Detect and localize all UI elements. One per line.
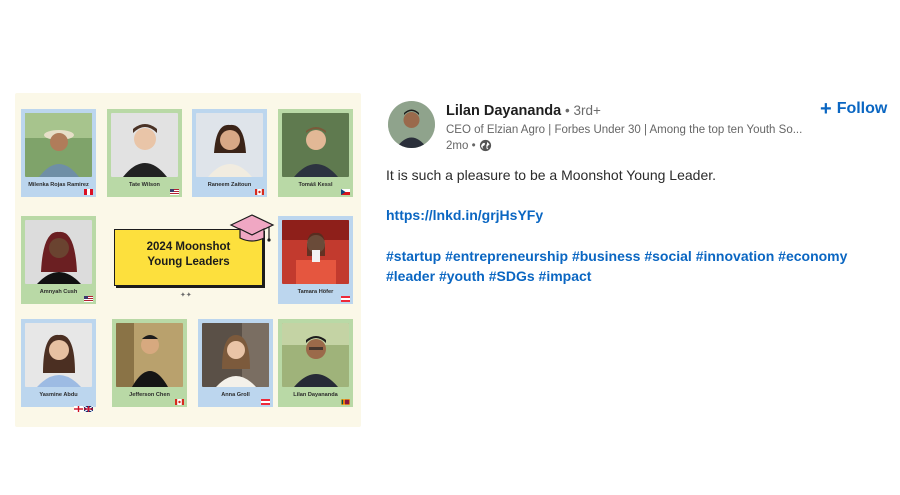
post-image[interactable]: Milenka Rojas Ramirez Tate Wilson Raneem… — [15, 93, 361, 427]
leader-card: Raneem Zaitoun — [192, 109, 267, 197]
flag-austria-icon — [261, 399, 270, 405]
flag-czech-icon — [341, 189, 350, 195]
leader-photo — [202, 323, 269, 387]
flag-sri-lanka-icon — [341, 399, 350, 405]
flag-peru-icon — [84, 189, 93, 195]
hashtag-social[interactable]: #social — [644, 248, 691, 264]
leader-card: Lilan Dayananda — [278, 319, 353, 407]
author-avatar[interactable] — [388, 101, 435, 148]
leader-card: Tate Wilson — [107, 109, 182, 197]
post-meta: 2mo • — [446, 139, 492, 152]
leader-card: Amnyah Cush — [21, 216, 96, 304]
hashtag-list: #startup #entrepreneurship #business #so… — [386, 246, 886, 286]
leader-card: Milenka Rojas Ramirez — [21, 109, 96, 197]
leader-name: Jefferson Chen — [129, 392, 170, 398]
flag-usa-icon — [170, 189, 179, 195]
author-name[interactable]: Lilan Dayananda — [446, 103, 561, 119]
leader-card: Yasmine Abdu — [21, 319, 96, 412]
flag-england-uk-icon — [73, 399, 93, 412]
author-line: Lilan Dayananda • 3rd+ — [446, 103, 601, 119]
leader-card: Jefferson Chen — [112, 319, 187, 407]
globe-icon — [479, 139, 492, 152]
leader-name: Yasmine Abdu — [39, 392, 78, 398]
author-headline: CEO of Elzian Agro | Forbes Under 30 | A… — [446, 124, 803, 136]
flag-canada-icon — [175, 399, 184, 405]
leader-card: Tamara Höfer — [278, 216, 353, 304]
hashtag-impact[interactable]: #impact — [539, 268, 592, 284]
leader-card: Tomáš Kessl — [278, 109, 353, 197]
leader-photo — [116, 323, 183, 387]
leader-name: Tamara Höfer — [297, 289, 334, 295]
hashtag-entrepreneurship[interactable]: #entrepreneurship — [445, 248, 568, 264]
hashtag-economy[interactable]: #economy — [778, 248, 847, 264]
leader-photo — [282, 220, 349, 284]
leader-photo — [25, 323, 92, 387]
post-time: 2mo • — [446, 139, 476, 152]
leader-photo — [25, 220, 92, 284]
leader-name: Lilan Dayananda — [293, 392, 338, 398]
leader-name: Raneem Zaitoun — [207, 182, 252, 188]
hashtag-sdgs[interactable]: #SDGs — [489, 268, 535, 284]
follow-label: Follow — [836, 100, 888, 117]
leader-name: Anna Groll — [221, 392, 250, 398]
banner-title-line2: Young Leaders — [147, 256, 230, 268]
leader-name: Milenka Rojas Ramirez — [28, 182, 89, 188]
leader-name: Tomáš Kessl — [298, 182, 333, 188]
graduation-cap-icon — [229, 211, 275, 245]
leader-photo — [196, 113, 263, 177]
moonshot-logo-icon: ✦✦ — [180, 289, 194, 301]
follow-button[interactable]: + Follow — [820, 98, 888, 120]
hashtag-startup[interactable]: #startup — [386, 248, 441, 264]
hashtag-innovation[interactable]: #innovation — [696, 248, 775, 264]
connection-degree: • 3rd+ — [561, 103, 601, 118]
leader-photo — [25, 113, 92, 177]
flag-canada-icon — [255, 189, 264, 195]
hashtag-leader[interactable]: #leader — [386, 268, 435, 284]
post-text: It is such a pleasure to be a Moonshot Y… — [386, 167, 717, 183]
flag-austria-icon — [341, 296, 350, 302]
hashtag-business[interactable]: #business — [572, 248, 640, 264]
plus-icon: + — [820, 98, 832, 120]
leader-photo — [282, 323, 349, 387]
leader-name: Amnyah Cush — [39, 289, 78, 295]
leader-photo — [282, 113, 349, 177]
post-link[interactable]: https://lnkd.in/grjHsYFy — [386, 207, 543, 223]
leader-photo — [111, 113, 178, 177]
hashtag-youth[interactable]: #youth — [439, 268, 485, 284]
flag-usa-icon — [84, 296, 93, 302]
leader-name: Tate Wilson — [129, 182, 160, 188]
svg-text:✦✦: ✦✦ — [180, 291, 192, 299]
leader-card: Anna Groll — [198, 319, 273, 407]
